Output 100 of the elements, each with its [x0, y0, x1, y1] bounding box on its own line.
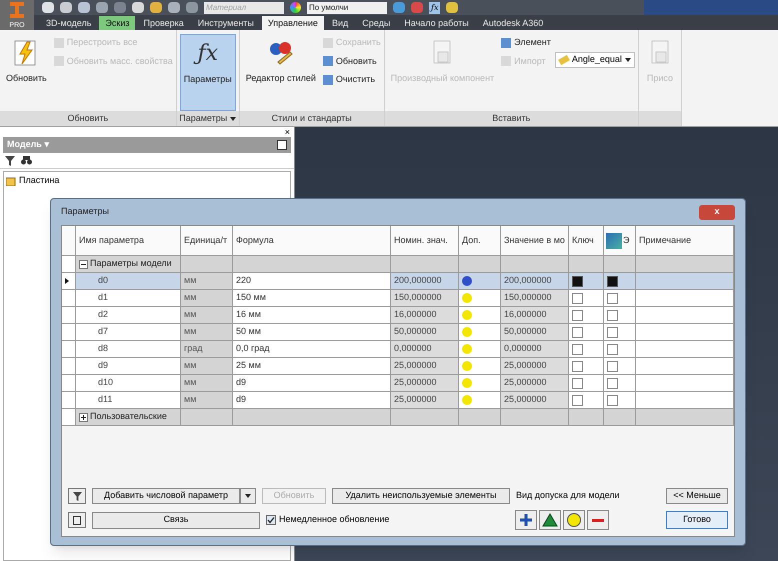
- checkbox[interactable]: [572, 310, 583, 320]
- ribbon-tab[interactable]: Autodesk A360: [476, 16, 550, 30]
- caret-icon[interactable]: [624, 58, 631, 62]
- binoculars-icon[interactable]: [21, 156, 32, 165]
- panel-title[interactable]: Параметры: [179, 112, 228, 126]
- formula-field[interactable]: 150 мм: [233, 290, 391, 307]
- checkbox[interactable]: [572, 378, 583, 388]
- column-header[interactable]: Ключ: [569, 226, 604, 256]
- checkbox[interactable]: [607, 292, 618, 304]
- checkbox[interactable]: [572, 326, 583, 338]
- row-header-cell[interactable]: [62, 375, 76, 392]
- parameter-name[interactable]: d7: [76, 324, 181, 341]
- checkbox[interactable]: [607, 276, 618, 286]
- dropdown-button[interactable]: [240, 488, 256, 504]
- checkbox[interactable]: [572, 344, 583, 354]
- column-header[interactable]: Э: [604, 226, 636, 256]
- check-icon[interactable]: [266, 515, 276, 525]
- row-header-cell[interactable]: [62, 307, 76, 324]
- row-header-cell[interactable]: [62, 392, 76, 409]
- color-wheel-icon[interactable]: [290, 2, 301, 13]
- immediate-update-checkbox[interactable]: Немедленное обновление: [266, 513, 390, 527]
- ribbon-tab[interactable]: Проверка: [137, 16, 190, 30]
- close-button[interactable]: x: [699, 204, 735, 220]
- add-parameter-button[interactable]: Добавить числовой параметр: [92, 488, 240, 504]
- comment-cell[interactable]: [636, 324, 734, 341]
- column-header[interactable]: Примечание: [636, 226, 734, 256]
- parameter-name[interactable]: d10: [76, 375, 181, 392]
- checkbox[interactable]: [607, 360, 618, 372]
- formula-field[interactable]: 16 мм: [233, 307, 391, 324]
- column-header[interactable]: Единица/т: [181, 226, 233, 256]
- column-header[interactable]: Номин. знач.: [391, 226, 459, 256]
- caret-icon[interactable]: [245, 494, 251, 498]
- row-header-cell[interactable]: [62, 324, 76, 341]
- done-button[interactable]: Готово: [666, 511, 728, 529]
- ribbon-tab[interactable]: Инструменты: [192, 16, 260, 30]
- filter-button[interactable]: [68, 488, 86, 504]
- style-dropdown[interactable]: Angle_equal: [554, 52, 635, 68]
- plus-button[interactable]: [515, 510, 538, 530]
- ribbon-tab[interactable]: 3D-модель: [40, 16, 98, 30]
- column-header[interactable]: Имя параметра: [76, 226, 181, 256]
- row-header-cell[interactable]: [62, 273, 76, 290]
- checkbox[interactable]: [572, 360, 583, 372]
- formula-field[interactable]: 25 мм: [233, 358, 391, 375]
- checkbox[interactable]: [607, 326, 618, 338]
- ribbon-large-button[interactable]: ƒx Параметры: [180, 34, 236, 111]
- parameter-name[interactable]: d0: [76, 273, 181, 290]
- row-header-cell[interactable]: [62, 290, 76, 307]
- tree-item[interactable]: Пластина: [19, 174, 60, 188]
- fx-button[interactable]: ƒx: [429, 2, 440, 14]
- expand-icon[interactable]: [79, 412, 88, 422]
- ribbon-tab[interactable]: Эскиз: [99, 16, 136, 30]
- parameter-name[interactable]: d8: [76, 341, 181, 358]
- ribbon-small-button[interactable]: Элемент: [501, 36, 551, 50]
- parameter-name[interactable]: d2: [76, 307, 181, 324]
- formula-field[interactable]: d9: [233, 375, 391, 392]
- less-button[interactable]: << Меньше: [666, 488, 728, 504]
- triangle-button[interactable]: [539, 510, 562, 530]
- circle-button[interactable]: [563, 510, 586, 530]
- comment-cell[interactable]: [636, 375, 734, 392]
- comment-cell[interactable]: [636, 273, 734, 290]
- appearance-dropdown[interactable]: По умолчи: [307, 2, 387, 14]
- panel-footer[interactable]: Параметры: [176, 111, 239, 126]
- checkbox[interactable]: [572, 394, 583, 406]
- collapse-icon[interactable]: [79, 260, 88, 268]
- checkbox[interactable]: [607, 344, 618, 354]
- parameter-name[interactable]: d11: [76, 392, 181, 409]
- column-header[interactable]: Доп.: [459, 226, 501, 256]
- ribbon-large-button[interactable]: Обновить: [3, 34, 50, 111]
- ribbon-tab[interactable]: Среды: [356, 16, 396, 30]
- ribbon-small-button[interactable]: Очистить: [322, 73, 381, 86]
- formula-field[interactable]: d9: [233, 392, 391, 409]
- ribbon-tab[interactable]: Управление: [262, 16, 324, 30]
- checkbox[interactable]: [572, 276, 583, 286]
- checkbox[interactable]: [607, 310, 618, 320]
- link-button[interactable]: Связь: [92, 512, 260, 528]
- help-button[interactable]: [68, 512, 86, 528]
- column-header[interactable]: Значение в мо: [501, 226, 569, 256]
- checkbox[interactable]: [572, 292, 583, 304]
- comment-cell[interactable]: [636, 392, 734, 409]
- close-button[interactable]: ×: [284, 127, 290, 137]
- minus-button[interactable]: [587, 510, 610, 530]
- comment-cell[interactable]: [636, 290, 734, 307]
- formula-field[interactable]: 0,0 град: [233, 341, 391, 358]
- ribbon-large-button[interactable]: Редактор стилей: [242, 34, 319, 111]
- ribbon-tab[interactable]: Начало работы: [398, 16, 475, 30]
- ribbon-small-button[interactable]: Обновить: [322, 54, 381, 68]
- row-header-cell[interactable]: [62, 341, 76, 358]
- row-header-cell[interactable]: [62, 358, 76, 375]
- checkbox[interactable]: [607, 378, 618, 388]
- checkbox[interactable]: [607, 394, 618, 406]
- formula-field[interactable]: 50 мм: [233, 324, 391, 341]
- ribbon-tab[interactable]: Вид: [326, 16, 354, 30]
- comment-cell[interactable]: [636, 307, 734, 324]
- comment-cell[interactable]: [636, 341, 734, 358]
- comment-cell[interactable]: [636, 358, 734, 375]
- filter-icon[interactable]: [5, 156, 15, 166]
- column-header[interactable]: Формула: [233, 226, 391, 256]
- parameter-name[interactable]: d9: [76, 358, 181, 375]
- purge-button[interactable]: Удалить неиспользуемые элементы: [332, 488, 510, 504]
- caret-icon[interactable]: [230, 116, 236, 120]
